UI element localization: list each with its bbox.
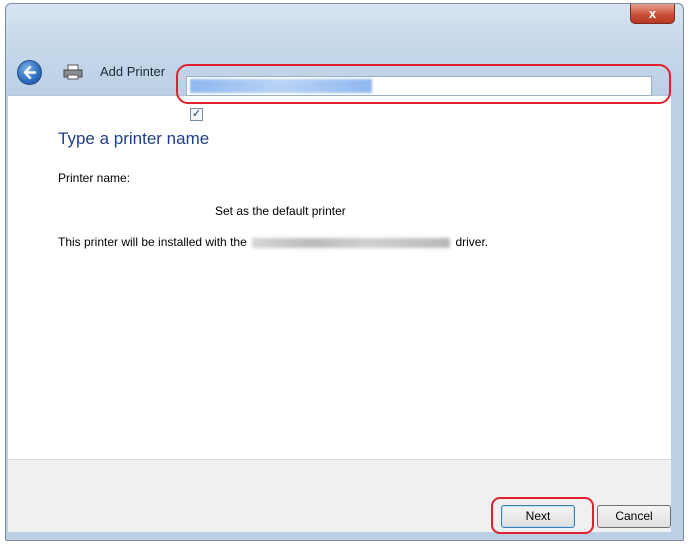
next-button[interactable]: Next (501, 505, 575, 528)
printer-name-label: Printer name: (58, 171, 131, 185)
close-button[interactable]: x (630, 4, 675, 24)
page-heading: Type a printer name (58, 129, 210, 148)
wizard-content: Type a printer name Printer name: Set as… (8, 95, 671, 459)
cancel-button[interactable]: Cancel (597, 505, 671, 528)
redacted-driver-name (252, 237, 451, 248)
default-printer-checkbox[interactable]: ✓ (190, 108, 203, 121)
printer-name-input[interactable] (186, 76, 652, 96)
selected-printer-name-text (190, 79, 372, 93)
default-printer-checkbox-label[interactable]: Set as the default printer (215, 204, 346, 218)
install-text-prefix: This printer will be installed with the (58, 235, 247, 249)
window-title: Add Printer (100, 64, 166, 79)
back-arrow-icon (23, 65, 37, 80)
back-button[interactable] (17, 60, 42, 85)
printer-icon (63, 64, 83, 80)
install-driver-text: This printer will be installed with the … (58, 235, 488, 249)
install-text-suffix: driver. (455, 235, 489, 249)
